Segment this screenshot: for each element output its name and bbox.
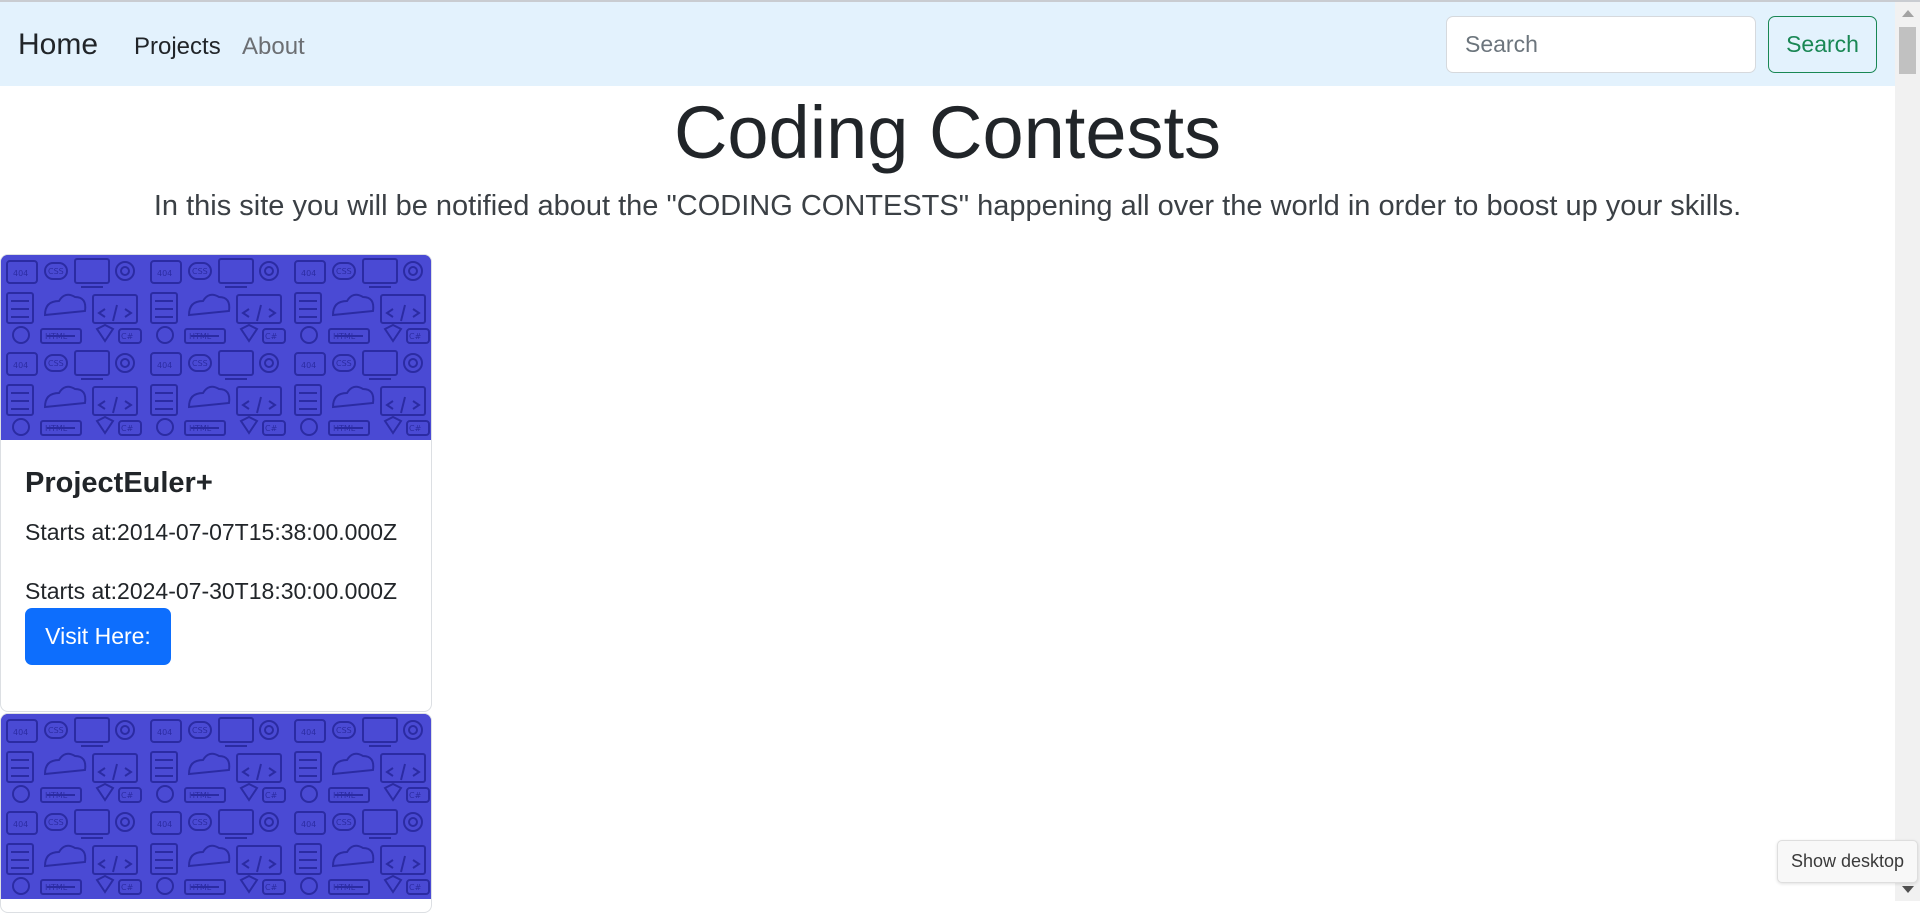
search-button[interactable]: Search: [1768, 16, 1877, 73]
contest-end-time: Starts at:2024-07-30T18:30:00.000Z: [25, 578, 398, 604]
brand-home-link[interactable]: Home: [18, 28, 98, 62]
scroll-up-arrow-icon[interactable]: [1902, 10, 1914, 17]
nav-link-about[interactable]: About: [242, 33, 305, 61]
vertical-scrollbar[interactable]: [1895, 2, 1920, 901]
search-input[interactable]: [1446, 16, 1756, 73]
contest-card: [0, 713, 432, 913]
contest-card: 404 CSS HTML C# ProjectEuler+ Starts at:…: [0, 254, 432, 712]
scrollbar-thumb[interactable]: [1899, 27, 1916, 74]
coding-pattern-image: [1, 714, 431, 899]
coding-pattern-image: 404 CSS HTML C#: [1, 255, 431, 440]
show-desktop-tooltip: Show desktop: [1777, 840, 1918, 883]
navbar: Home Projects About Search: [0, 2, 1895, 86]
page-title: Coding Contests: [673, 91, 1222, 174]
contest-start-time: Starts at:2014-07-07T15:38:00.000Z: [25, 519, 398, 545]
page-lead-text: In this site you will be notified about …: [153, 190, 1742, 222]
contest-name: ProjectEuler+: [25, 467, 213, 499]
visit-here-button[interactable]: Visit Here:: [25, 608, 171, 665]
scroll-down-arrow-icon[interactable]: [1902, 886, 1914, 893]
nav-link-projects[interactable]: Projects: [134, 33, 221, 61]
